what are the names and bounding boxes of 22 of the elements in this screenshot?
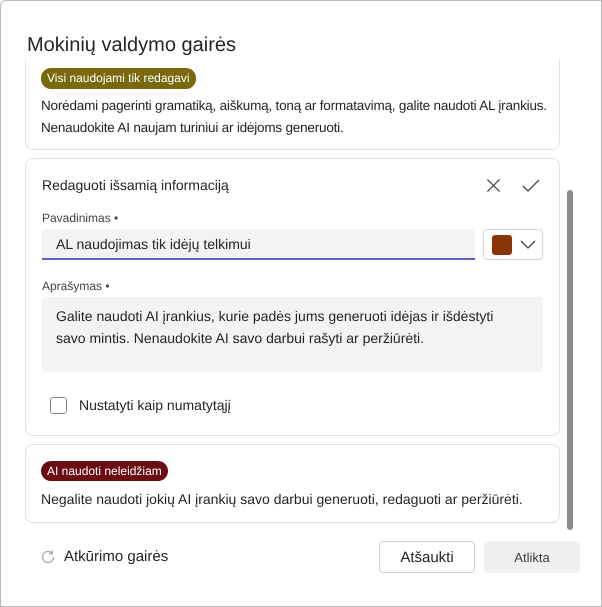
guideline-tag: AI naudoti neleidžiam xyxy=(41,461,168,481)
guideline-card[interactable]: AI naudoti neleidžiam Negalite naudoti jokių AI įrankių savo darbui generuoti, redaguoti ar peržiūrėti. xyxy=(25,444,560,523)
scrollbar-thumb[interactable] xyxy=(567,190,573,530)
edit-heading: Redaguoti išsamią informaciją xyxy=(42,176,229,195)
dialog-title: Mokinių valdymo gairės xyxy=(26,33,236,58)
description-field[interactable]: Galite naudoti AI įrankius, kurie padės jums generuoti idėjas ir išdėstyti savo mintis. Nenaudokite AI savo darbui rašyti ar peržiūrėti. xyxy=(42,297,543,372)
guideline-card[interactable]: Visi naudojami tik redagavi Norėdami pagerinti gramatiką, aiškumą, toną ar formatavimą, galite naudoti AL įrankius. Nenaudokite AI naujam turiniui ar idėjoms generuoti. xyxy=(25,60,560,150)
close-icon[interactable] xyxy=(486,178,501,192)
guideline-description: Norėdami pagerinti gramatiką, aiškumą, toną ar formatavimą, galite naudoti AL įrankius. Nenaudokite AI naujam turiniui ar idėjoms generuoti. xyxy=(41,97,548,137)
title-input[interactable]: AL naudojimas tik idėjų telkimui xyxy=(42,229,476,260)
guideline-description: Negalite naudoti jokių AI įrankių savo darbui generuoti, redaguoti ar peržiūrėti. xyxy=(41,490,524,509)
field-label: Aprašymas • xyxy=(42,278,110,294)
checkmark-icon[interactable] xyxy=(522,178,540,192)
checkbox[interactable] xyxy=(50,396,67,414)
checkbox-label: Nustatyti kaip numatytąjį xyxy=(79,396,231,415)
color-dropdown[interactable] xyxy=(483,229,543,260)
field-label: Pavadinimas • xyxy=(42,210,118,226)
reset-guidelines-link[interactable]: Atkūrimo gairės xyxy=(64,547,168,567)
guideline-tag: Visi naudojami tik redagavi xyxy=(41,68,196,89)
refresh-icon xyxy=(40,549,56,565)
chevron-down-icon xyxy=(520,240,536,249)
cancel-button[interactable]: Atšaukti xyxy=(379,541,475,573)
